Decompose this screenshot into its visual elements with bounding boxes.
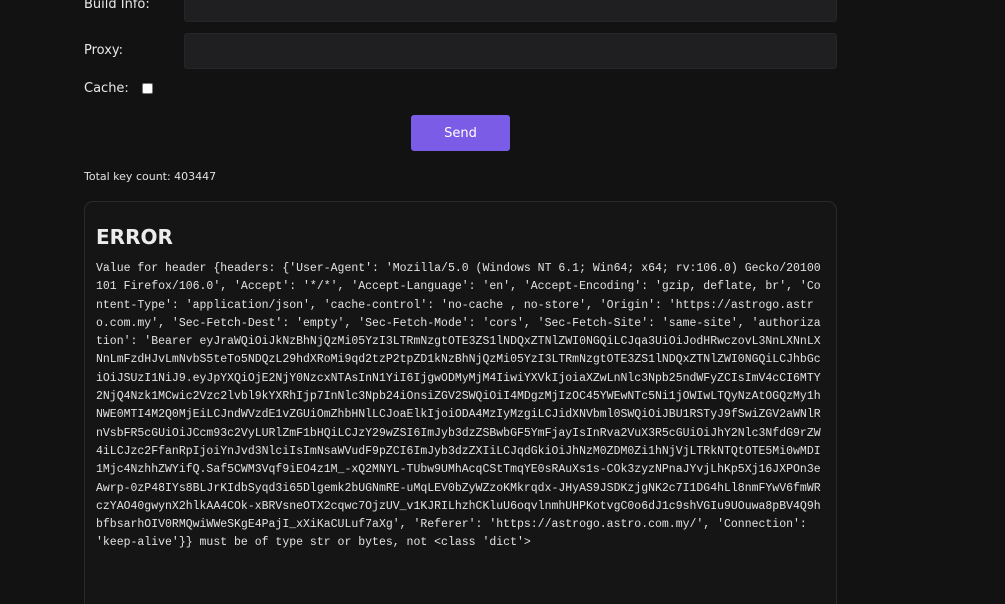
error-message: Value for header {headers: {'User-Agent'…	[96, 262, 821, 550]
cache-checkbox[interactable]	[142, 83, 153, 94]
result-panel: ERROR Value for header {headers: {'User-…	[84, 201, 837, 604]
proxy-label: Proxy:	[84, 43, 124, 58]
send-button[interactable]: Send	[411, 115, 510, 151]
cache-label: Cache:	[84, 81, 129, 96]
error-title: ERROR	[96, 225, 173, 249]
proxy-input[interactable]	[184, 33, 837, 69]
build-info-label: Build Info:	[84, 0, 150, 12]
build-info-input[interactable]	[184, 0, 837, 22]
page: Build Info: Proxy: Cache: Send Total key…	[0, 0, 1005, 604]
total-key-count: Total key count: 403447	[84, 170, 217, 183]
